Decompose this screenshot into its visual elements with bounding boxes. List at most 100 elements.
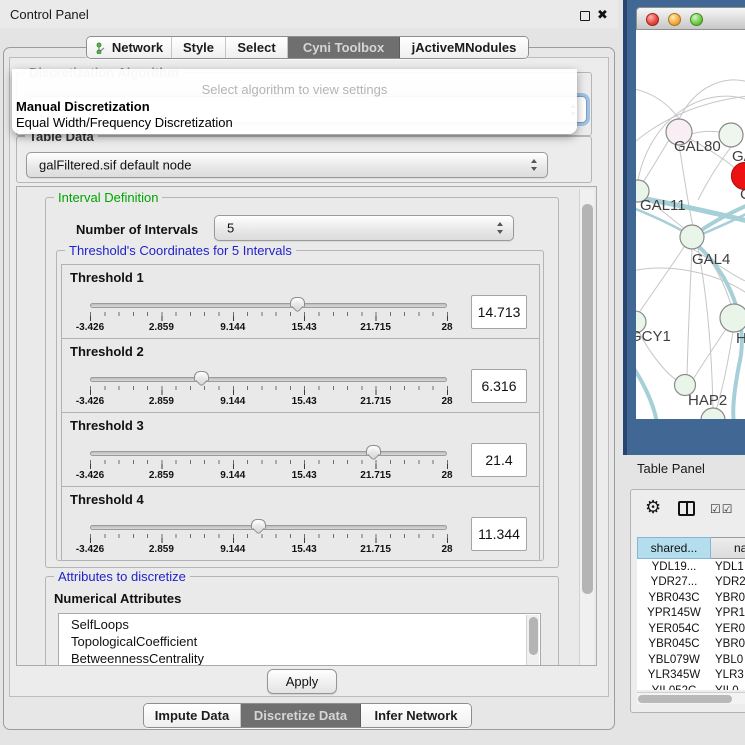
tab-network-label: Network: [112, 40, 163, 55]
column-header-shared[interactable]: shared...: [637, 537, 711, 559]
list-item[interactable]: SelfLoops: [59, 616, 540, 633]
node-partial-top-right[interactable]: [719, 123, 743, 147]
interval-definition-group: Interval Definition Number of Intervals …: [45, 197, 559, 568]
threshold-3-slider-thumb[interactable]: [366, 445, 381, 462]
threshold-4-slider-thumb[interactable]: [251, 519, 266, 536]
table-row[interactable]: YBR045CYBR0: [637, 637, 745, 653]
number-of-intervals-value: 5: [227, 221, 234, 236]
popup-option-equal-width-frequency[interactable]: Equal Width/Frequency Discretization: [16, 115, 233, 130]
slider-tick-marks: [90, 460, 448, 469]
table-row[interactable]: YBL079WYBL0: [637, 652, 745, 668]
cell: YLR3: [711, 669, 745, 681]
node-h-partial[interactable]: [720, 304, 745, 332]
table-row[interactable]: YDR27...YDR2: [637, 575, 745, 591]
settings-scrollbar[interactable]: [579, 189, 594, 665]
top-tab-bar: Network Style Select Cyni Toolbox jActiv…: [86, 36, 529, 59]
threshold-3-value-field[interactable]: 21.4: [471, 443, 527, 477]
scale-label: 15.43: [292, 396, 317, 407]
column-header-name[interactable]: na: [711, 537, 745, 559]
split-view-icon[interactable]: [678, 501, 695, 516]
threshold-1-value-field[interactable]: 14.713: [471, 295, 527, 329]
scale-label: 2.859: [149, 544, 174, 555]
tab-infer-network[interactable]: Infer Network: [361, 704, 471, 727]
popup-placeholder-item[interactable]: Select algorithm to view settings: [12, 82, 577, 97]
tab-style[interactable]: Style: [172, 37, 226, 58]
bottom-tab-bar: Impute Data Discretize Data Infer Networ…: [143, 703, 472, 728]
node-label: GCY1: [636, 328, 671, 345]
cell: YLR345W: [637, 669, 711, 681]
table-row[interactable]: YBR043CYBR0: [637, 590, 745, 606]
number-of-intervals-combo[interactable]: 5: [214, 215, 514, 241]
close-icon[interactable]: ✖: [597, 7, 608, 23]
scale-label: 9.144: [220, 544, 245, 555]
tab-discretize-data[interactable]: Discretize Data: [241, 704, 361, 727]
table-row[interactable]: YDL19...YDL1: [637, 559, 745, 575]
numerical-attributes-list[interactable]: SelfLoops TopologicalCoefficient Between…: [58, 613, 541, 666]
table-panel: ⚙ ☑☑ shared... na YDL19...YDL1 YDR27...Y…: [630, 489, 745, 713]
interval-definition-title: Interval Definition: [54, 191, 162, 204]
cell: YBR045C: [637, 638, 711, 650]
scale-label: 21.715: [360, 322, 391, 333]
table-row[interactable]: YPR145WYPR1: [637, 606, 745, 622]
cell: YDR27...: [637, 576, 711, 588]
cell: YDR2: [711, 576, 745, 588]
threshold-4-panel: Threshold 4 -3.426 2.859 9.144 15.43 21.…: [61, 486, 540, 561]
threshold-1-slider[interactable]: [90, 303, 447, 308]
slider-tick-marks: [90, 386, 448, 395]
node-label: GAL4: [692, 251, 730, 268]
apply-button[interactable]: Apply: [267, 669, 337, 694]
threshold-1-slider-thumb[interactable]: [290, 297, 305, 314]
table-rows: YDL19...YDL1 YDR27...YDR2 YBR043CYBR0 YP…: [637, 559, 745, 690]
list-item[interactable]: TopologicalCoefficient: [59, 633, 540, 650]
cell: YIL0: [711, 685, 745, 690]
node-partial-bottom[interactable]: [701, 408, 725, 419]
node-gal4[interactable]: [680, 225, 704, 249]
checkbox-filter-icons[interactable]: ☑☑: [710, 502, 734, 516]
table-row[interactable]: YER054CYER0: [637, 621, 745, 637]
tab-impute-data[interactable]: Impute Data: [144, 704, 241, 727]
zoom-window-icon[interactable]: [690, 13, 703, 26]
popup-option-manual-discretization[interactable]: Manual Discretization: [16, 99, 150, 114]
node-label: C: [740, 186, 745, 203]
tab-cyni-toolbox[interactable]: Cyni Toolbox: [288, 37, 400, 58]
network-window-titlebar[interactable]: [636, 7, 745, 30]
close-window-icon[interactable]: [646, 13, 659, 26]
threshold-2-slider-thumb[interactable]: [194, 371, 209, 388]
tab-jactivemnodules[interactable]: jActiveMNodules: [400, 37, 528, 58]
threshold-2-value-field[interactable]: 6.316: [471, 369, 527, 403]
threshold-3-slider[interactable]: [90, 451, 447, 456]
tab-cyni-toolbox-label: Cyni Toolbox: [303, 40, 384, 55]
attributes-group-title: Attributes to discretize: [54, 570, 190, 583]
list-item[interactable]: BetweennessCentrality: [59, 650, 540, 666]
cell: YPR1: [711, 607, 745, 619]
table-row[interactable]: YIL052CYIL0: [637, 683, 745, 690]
network-canvas[interactable]: GAL80 GA C GAL11 GAL4 GCY1 H HAP2: [636, 30, 745, 419]
tab-select[interactable]: Select: [226, 37, 288, 58]
scale-label: 21.715: [360, 470, 391, 481]
tab-network[interactable]: Network: [87, 37, 172, 58]
scale-label: 21.715: [360, 396, 391, 407]
scale-label: 2.859: [149, 396, 174, 407]
table-data-combo[interactable]: galFiltered.sif default node: [26, 152, 548, 178]
scale-label: 9.144: [220, 470, 245, 481]
node-label: GA: [732, 148, 745, 165]
scale-label: 28: [441, 322, 452, 333]
scale-label: 15.43: [292, 322, 317, 333]
network-icon: [95, 42, 107, 54]
algorithm-dropdown-popup: Select algorithm to view settings Manual…: [12, 69, 577, 134]
threshold-4-value-field[interactable]: 11.344: [471, 517, 527, 551]
tab-style-label: Style: [183, 40, 214, 55]
table-row[interactable]: YLR345WYLR3: [637, 668, 745, 684]
list-scrollbar[interactable]: [526, 615, 539, 666]
threshold-4-slider[interactable]: [90, 525, 447, 530]
scale-label: 9.144: [220, 396, 245, 407]
table-horizontal-scrollbar[interactable]: [637, 692, 745, 704]
gear-icon[interactable]: ⚙: [645, 498, 661, 516]
float-window-icon[interactable]: [580, 11, 590, 21]
minimize-window-icon[interactable]: [668, 13, 681, 26]
combo-arrows-icon: [531, 159, 538, 171]
table-header-row: shared... na: [637, 537, 745, 559]
cell: YBL079W: [637, 654, 711, 666]
scale-label: -3.426: [76, 470, 104, 481]
threshold-2-slider[interactable]: [90, 377, 447, 382]
